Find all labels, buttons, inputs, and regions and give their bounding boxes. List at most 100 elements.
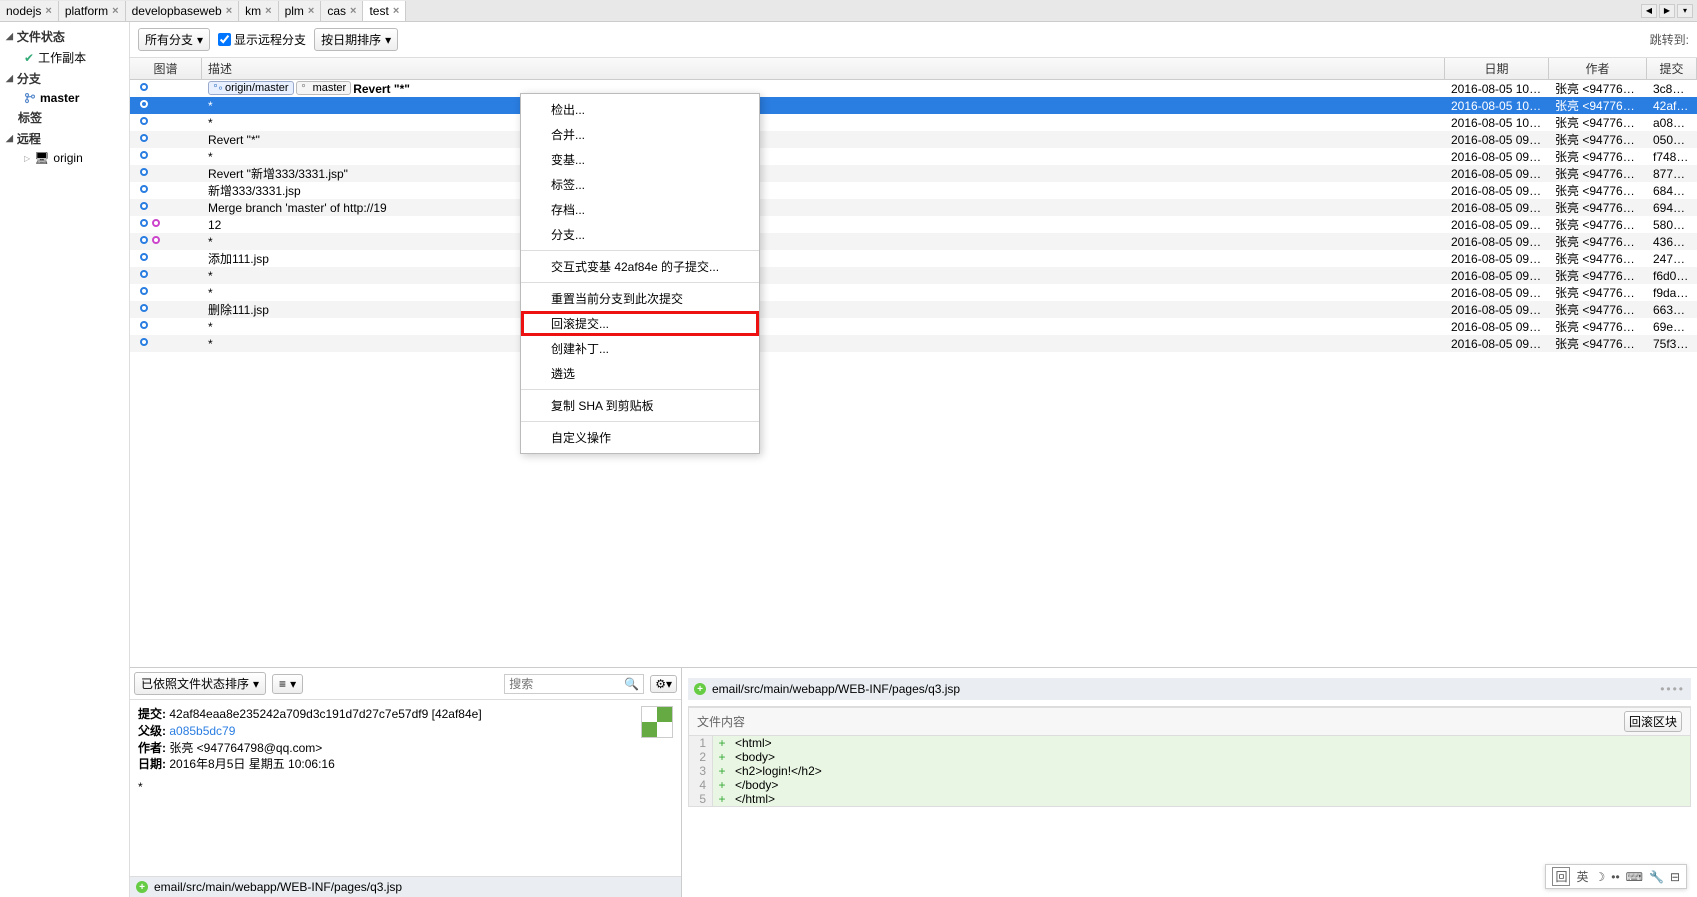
keyboard-icon[interactable]: ⌨: [1626, 870, 1643, 884]
header-author[interactable]: 作者: [1549, 58, 1647, 79]
plus-icon: +: [713, 764, 731, 778]
ctx-archive[interactable]: 存档...: [521, 197, 759, 222]
commit-row[interactable]: *2016-08-05 09:30张亮 <947764798f9da445: [130, 284, 1697, 301]
graph-cell: [130, 199, 202, 216]
sidebar-group-filestatus[interactable]: ◢文件状态: [0, 26, 129, 47]
close-icon[interactable]: ×: [350, 5, 356, 17]
file-row[interactable]: + email/src/main/webapp/WEB-INF/pages/q3…: [130, 877, 681, 897]
diff-line: 4+</body>: [689, 778, 1690, 792]
commit-row[interactable]: Merge branch 'master' of http://192016-0…: [130, 199, 1697, 216]
close-icon[interactable]: ×: [112, 5, 118, 17]
commit-row[interactable]: origin/mastermasterRevert "*"2016-08-05 …: [130, 80, 1697, 97]
sort-dropdown[interactable]: 按日期排序▾: [314, 28, 398, 51]
sidebar-label: master: [40, 91, 79, 105]
sidebar-item-working-copy[interactable]: ✔工作副本: [0, 47, 129, 68]
ctx-patch[interactable]: 创建补丁...: [521, 336, 759, 361]
commit-row[interactable]: *2016-08-05 09:22张亮 <94776479869e9bd7: [130, 318, 1697, 335]
tab-next-button[interactable]: ▶: [1659, 4, 1675, 18]
commit-author: 张亮 <947764798: [1549, 182, 1647, 199]
branch-filter-dropdown[interactable]: 所有分支▾: [138, 28, 210, 51]
commit-row[interactable]: Revert "*"2016-08-05 09:54张亮 <9477647980…: [130, 131, 1697, 148]
ctx-interactive-rebase[interactable]: 交互式变基 42af84e 的子提交...: [521, 254, 759, 279]
commit-row[interactable]: *2016-08-05 09:33张亮 <947764798f6d0300: [130, 267, 1697, 284]
close-icon[interactable]: ×: [393, 5, 399, 17]
graph-cell: [130, 335, 202, 352]
tab-cas[interactable]: cas×: [321, 1, 363, 21]
commit-row[interactable]: 删除111.jsp2016-08-05 09:29张亮 <94776479866…: [130, 301, 1697, 318]
ime-lang[interactable]: 英: [1576, 868, 1588, 885]
tab-developbaseweb[interactable]: developbaseweb×: [126, 1, 240, 21]
ctx-reset[interactable]: 重置当前分支到此次提交: [521, 286, 759, 311]
commit-row[interactable]: *2016-08-05 10:03张亮 <947764798a085b5d: [130, 114, 1697, 131]
tab-list-button[interactable]: ▾: [1677, 4, 1693, 18]
sep-icon[interactable]: ⊟: [1670, 870, 1680, 884]
plus-icon: +: [713, 736, 731, 750]
header-graph[interactable]: 图谱: [130, 58, 202, 79]
graph-cell: [130, 267, 202, 284]
ctx-revert[interactable]: 回滚提交...: [521, 311, 759, 336]
commit-row[interactable]: *2016-08-05 10:06张亮 <94776479842af84e: [130, 97, 1697, 114]
sidebar-label: 标签: [6, 109, 42, 126]
sidebar-group-tags[interactable]: 标签: [0, 107, 129, 128]
checkbox-input[interactable]: [218, 33, 231, 46]
moon-icon[interactable]: ☽: [1594, 870, 1605, 884]
graph-cell: [130, 233, 202, 250]
rollback-block-button[interactable]: 回滚区块: [1624, 711, 1682, 732]
parent-link[interactable]: a085b5dc79: [169, 724, 235, 738]
ctx-branch[interactable]: 分支...: [521, 222, 759, 247]
sidebar-group-branches[interactable]: ◢分支: [0, 68, 129, 89]
ctx-rebase[interactable]: 变基...: [521, 147, 759, 172]
commit-row[interactable]: *2016-08-05 09:19张亮 <94776479875f3306: [130, 335, 1697, 352]
commit-row[interactable]: *2016-08-05 09:53张亮 <947764798f748a78: [130, 148, 1697, 165]
file-sort-dropdown[interactable]: 已依照文件状态排序▾: [134, 672, 266, 695]
header-desc[interactable]: 描述: [202, 58, 1445, 79]
sidebar-group-remote[interactable]: ◢远程: [0, 128, 129, 149]
gear-button[interactable]: ⚙▾: [650, 675, 677, 693]
ctx-tag[interactable]: 标签...: [521, 172, 759, 197]
commit-hash: a085b5d: [1647, 116, 1697, 130]
ctx-cherry-pick[interactable]: 遴选: [521, 361, 759, 386]
close-icon[interactable]: ×: [45, 5, 51, 17]
tab-platform[interactable]: platform ×: [59, 1, 126, 21]
show-remote-checkbox[interactable]: 显示远程分支: [218, 31, 306, 48]
ctx-custom[interactable]: 自定义操作: [521, 425, 759, 450]
view-mode-dropdown[interactable]: ≡▾: [272, 674, 303, 694]
tab-test[interactable]: test×: [363, 1, 406, 21]
remote-branch-tag[interactable]: origin/master: [208, 81, 294, 95]
commit-row[interactable]: 新增333/3331.jsp2016-08-05 09:44张亮 <947764…: [130, 182, 1697, 199]
ctx-copy-sha[interactable]: 复制 SHA 到剪贴板: [521, 393, 759, 418]
dots-icon[interactable]: ••: [1611, 870, 1619, 884]
ime-logo-icon[interactable]: 回: [1552, 867, 1570, 886]
header-date[interactable]: 日期: [1445, 58, 1549, 79]
tab-prev-button[interactable]: ◀: [1641, 4, 1657, 18]
tab-label: platform: [65, 4, 108, 18]
detail-search[interactable]: 🔍: [504, 674, 644, 694]
file-path: email/src/main/webapp/WEB-INF/pages/q3.j…: [712, 682, 960, 696]
info-value: 张亮 <947764798@qq.com>: [169, 741, 322, 755]
sidebar-item-master[interactable]: master: [0, 89, 129, 107]
header-commit[interactable]: 提交: [1647, 58, 1697, 79]
ctx-checkout[interactable]: 检出...: [521, 97, 759, 122]
tab-plm[interactable]: plm×: [279, 1, 322, 21]
close-icon[interactable]: ×: [265, 5, 271, 17]
ctx-merge[interactable]: 合并...: [521, 122, 759, 147]
search-input[interactable]: [509, 677, 624, 691]
commit-row[interactable]: Revert "新增333/3331.jsp"2016-08-05 09:52张…: [130, 165, 1697, 182]
close-icon[interactable]: ×: [226, 5, 232, 17]
diff-text: <html>: [731, 736, 772, 750]
caret-down-icon: ▾: [290, 677, 296, 691]
sidebar-label: 工作副本: [38, 49, 86, 66]
tab-nodejs[interactable]: nodejs×: [0, 1, 59, 21]
more-icon[interactable]: ••••: [1660, 682, 1685, 696]
commit-row[interactable]: 122016-08-05 09:41张亮 <947764798580cf99: [130, 216, 1697, 233]
ime-bar[interactable]: 回 英 ☽ •• ⌨ 🔧 ⊟: [1545, 864, 1687, 889]
commit-row[interactable]: 添加111.jsp2016-08-05 09:34张亮 <94776479824…: [130, 250, 1697, 267]
close-icon[interactable]: ×: [308, 5, 314, 17]
caret-down-icon: ◢: [6, 31, 13, 42]
local-branch-tag[interactable]: master: [296, 81, 352, 95]
diff-file-header: + email/src/main/webapp/WEB-INF/pages/q3…: [688, 678, 1691, 700]
tab-km[interactable]: km×: [239, 1, 278, 21]
commit-row[interactable]: *2016-08-05 09:37张亮 <947764798436001a: [130, 233, 1697, 250]
tool-icon[interactable]: 🔧: [1649, 870, 1664, 884]
sidebar-item-origin[interactable]: ▷🖥origin: [0, 149, 129, 167]
